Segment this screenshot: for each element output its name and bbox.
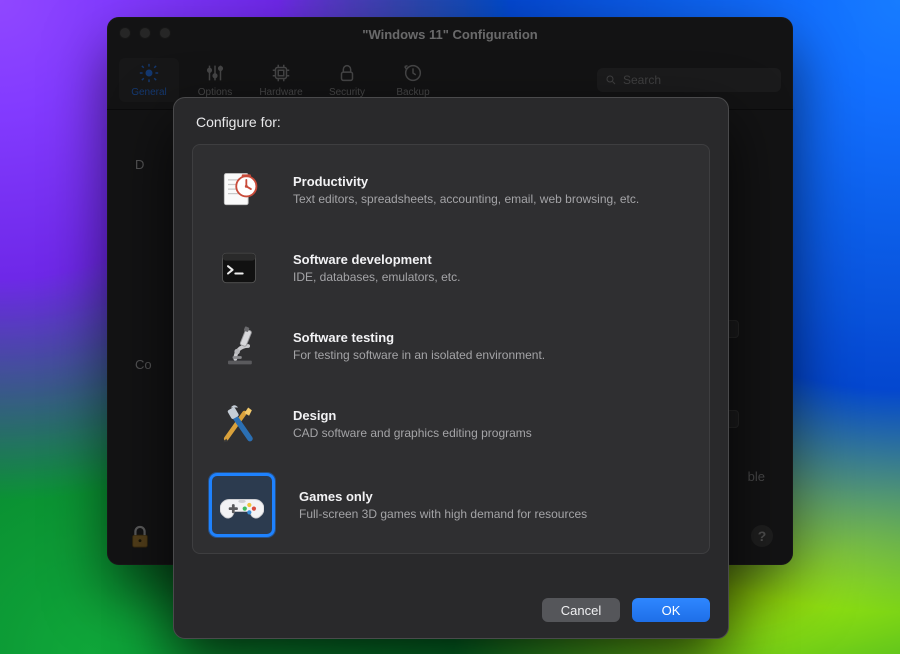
option-title: Software testing [293, 330, 545, 345]
close-window-button[interactable] [119, 27, 131, 39]
obscured-text: D [135, 157, 144, 172]
titlebar: "Windows 11" Configuration [107, 17, 793, 51]
tab-label: General [131, 87, 167, 98]
tab-hardware[interactable]: Hardware [251, 58, 311, 102]
tab-security[interactable]: Security [317, 58, 377, 102]
cpu-icon [270, 62, 292, 84]
lock-button[interactable] [129, 525, 151, 547]
option-title: Software development [293, 252, 460, 267]
configure-for-sheet: Configure for: Productivity Text editors… [173, 97, 729, 639]
search-placeholder: Search [623, 73, 661, 87]
option-design[interactable]: Design CAD software and graphics editing… [193, 385, 709, 463]
productivity-icon [217, 168, 261, 212]
option-software-development[interactable]: Software development IDE, databases, emu… [193, 229, 709, 307]
microscope-icon [217, 324, 261, 368]
search-input[interactable]: Search [597, 68, 781, 92]
option-software-testing[interactable]: Software testing For testing software in… [193, 307, 709, 385]
option-title: Games only [299, 489, 587, 504]
help-button[interactable]: ? [751, 525, 773, 547]
profile-option-list: Productivity Text editors, spreadsheets,… [192, 144, 710, 554]
option-games-only[interactable]: Games only Full-screen 3D games with hig… [193, 463, 709, 547]
gamepad-icon [220, 483, 264, 527]
tab-general[interactable]: General [119, 58, 179, 102]
backup-icon [402, 62, 424, 84]
sheet-title: Configure for: [174, 98, 728, 140]
padlock-icon [129, 525, 151, 549]
minimize-window-button[interactable] [139, 27, 151, 39]
option-desc: IDE, databases, emulators, etc. [293, 270, 460, 284]
option-desc: Full-screen 3D games with high demand fo… [299, 507, 587, 521]
sheet-footer: Cancel OK [174, 584, 728, 638]
window-controls [119, 27, 171, 39]
window-title: "Windows 11" Configuration [107, 27, 793, 42]
design-tools-icon [217, 402, 261, 446]
obscured-text: Co [135, 357, 152, 372]
option-productivity[interactable]: Productivity Text editors, spreadsheets,… [193, 151, 709, 229]
button-label: Cancel [561, 603, 601, 618]
button-label: OK [662, 603, 681, 618]
ok-button[interactable]: OK [632, 598, 710, 622]
cancel-button[interactable]: Cancel [542, 598, 620, 622]
terminal-icon [217, 246, 261, 290]
help-label: ? [758, 528, 767, 544]
option-desc: CAD software and graphics editing progra… [293, 426, 532, 440]
option-title: Productivity [293, 174, 639, 189]
zoom-window-button[interactable] [159, 27, 171, 39]
sliders-icon [204, 62, 226, 84]
option-title: Design [293, 408, 532, 423]
search-icon [605, 74, 617, 86]
tab-options[interactable]: Options [185, 58, 245, 102]
lock-icon [336, 62, 358, 84]
obscured-text: ble [748, 469, 765, 484]
option-desc: For testing software in an isolated envi… [293, 348, 545, 362]
tab-backup[interactable]: Backup [383, 58, 443, 102]
option-desc: Text editors, spreadsheets, accounting, … [293, 192, 639, 206]
gear-icon [138, 62, 160, 84]
